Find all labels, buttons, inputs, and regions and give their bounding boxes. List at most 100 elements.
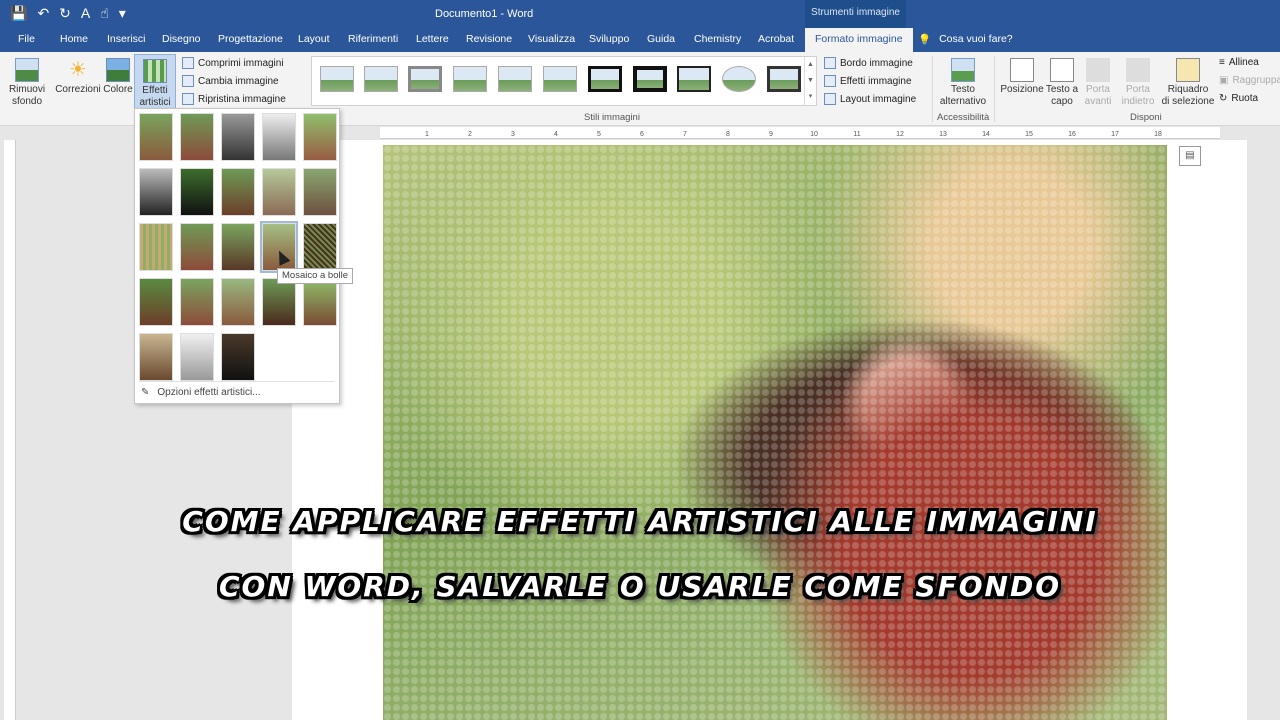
picture-style-10[interactable] bbox=[722, 66, 756, 92]
artistic-effect-option[interactable] bbox=[180, 278, 214, 326]
tab-view[interactable]: Visualizza bbox=[528, 28, 575, 52]
picture-style-5[interactable] bbox=[498, 66, 532, 92]
color-button[interactable]: Colore bbox=[103, 54, 133, 96]
artistic-effect-option[interactable] bbox=[221, 333, 255, 381]
compress-pictures-button[interactable]: Comprimi immagini bbox=[182, 57, 284, 69]
artistic-effect-option[interactable] bbox=[262, 278, 296, 326]
picture-style-11[interactable] bbox=[767, 66, 801, 92]
tab-draw[interactable]: Disegno bbox=[162, 28, 201, 52]
rotate-button[interactable]: ↻ Ruota bbox=[1219, 93, 1258, 104]
change-picture-button[interactable]: Cambia immagine bbox=[182, 75, 279, 87]
artistic-effect-option[interactable] bbox=[139, 113, 173, 161]
ruler-label: 2 bbox=[468, 131, 472, 138]
artistic-effect-option[interactable] bbox=[180, 168, 214, 216]
artistic-effect-option[interactable] bbox=[180, 223, 214, 271]
alt-text-button[interactable]: Testo alternativo bbox=[936, 54, 990, 108]
tab-design[interactable]: Progettazione bbox=[218, 28, 283, 52]
save-icon[interactable]: 💾 bbox=[10, 4, 27, 22]
selection-pane-button[interactable]: Riquadro di selezione bbox=[1160, 54, 1216, 108]
reset-picture-button[interactable]: Ripristina immagine bbox=[182, 93, 286, 105]
picture-style-4[interactable] bbox=[453, 66, 487, 92]
selection-pane-icon bbox=[1176, 58, 1200, 82]
artistic-effect-option[interactable] bbox=[303, 168, 337, 216]
effects-icon bbox=[824, 75, 836, 87]
picture-style-7[interactable] bbox=[588, 66, 622, 92]
tab-references[interactable]: Riferimenti bbox=[348, 28, 398, 52]
horizontal-ruler[interactable]: 1 2 3 4 5 6 7 8 9 10 11 12 13 14 15 16 17 18 bbox=[380, 127, 1220, 139]
compress-icon bbox=[182, 57, 194, 69]
artistic-effect-option[interactable] bbox=[303, 278, 337, 326]
artistic-effect-option[interactable] bbox=[180, 113, 214, 161]
tab-insert[interactable]: Inserisci bbox=[107, 28, 146, 52]
document-title: Documento1 - Word bbox=[435, 8, 534, 20]
tab-home[interactable]: Home bbox=[60, 28, 88, 52]
position-button[interactable]: Posizione bbox=[1000, 54, 1044, 96]
lightbulb-icon: 💡 bbox=[918, 34, 932, 46]
ruler-label: 9 bbox=[769, 131, 773, 138]
ruler-label: 13 bbox=[939, 131, 947, 138]
picture-effects-button[interactable]: Effetti immagine bbox=[824, 75, 912, 87]
picture-style-8[interactable] bbox=[633, 66, 667, 92]
ruler-label: 5 bbox=[597, 131, 601, 138]
artistic-effect-option[interactable] bbox=[139, 223, 173, 271]
layout-options-icon[interactable]: ▤ bbox=[1179, 146, 1201, 166]
tab-mailings[interactable]: Lettere bbox=[416, 28, 449, 52]
tab-format-picture[interactable]: Formato immagine bbox=[805, 28, 913, 52]
artistic-effect-option[interactable] bbox=[262, 168, 296, 216]
artistic-effect-option[interactable] bbox=[139, 278, 173, 326]
corrections-button[interactable]: ☀ Correzioni bbox=[55, 54, 101, 96]
tab-review[interactable]: Revisione bbox=[466, 28, 512, 52]
tell-me-text: Cosa vuoi fare? bbox=[939, 33, 1013, 45]
align-button[interactable]: ≡ Allinea bbox=[1219, 57, 1259, 68]
artistic-effect-option[interactable] bbox=[180, 333, 214, 381]
group-button[interactable]: ▣ Raggruppa bbox=[1219, 75, 1280, 86]
wrap-text-icon bbox=[1050, 58, 1074, 82]
bring-forward-button[interactable]: Porta avanti bbox=[1080, 54, 1116, 108]
artistic-effects-options[interactable]: ✎ Opzioni effetti artistici... bbox=[141, 387, 261, 398]
undo-icon[interactable]: ↶ bbox=[37, 4, 49, 22]
ruler-label: 14 bbox=[982, 131, 990, 138]
artistic-effects-button[interactable]: Effetti artistici bbox=[134, 54, 176, 110]
ruler-label: 1 bbox=[425, 131, 429, 138]
artistic-effect-option[interactable] bbox=[221, 278, 255, 326]
gallery-scroll[interactable]: ▲ ▼ ▾ bbox=[804, 57, 816, 105]
picture-styles-gallery[interactable]: ▲ ▼ ▾ bbox=[311, 56, 817, 106]
wrap-text-button[interactable]: Testo a capo bbox=[1044, 54, 1080, 108]
picture-style-1[interactable] bbox=[320, 66, 354, 92]
ruler-label: 18 bbox=[1154, 131, 1162, 138]
picture-style-6[interactable] bbox=[543, 66, 577, 92]
remove-background-button[interactable]: Rimuovi sfondo bbox=[6, 54, 48, 108]
artistic-effect-option[interactable] bbox=[221, 223, 255, 271]
tab-developer[interactable]: Sviluppo bbox=[589, 28, 629, 52]
ruler-label: 16 bbox=[1068, 131, 1076, 138]
tab-layout[interactable]: Layout bbox=[298, 28, 330, 52]
picture-border-button[interactable]: Bordo immagine bbox=[824, 57, 913, 69]
document-picture[interactable] bbox=[383, 145, 1167, 720]
customize-qat-icon[interactable]: ▾ bbox=[119, 4, 126, 22]
redo-icon[interactable]: ↻ bbox=[59, 4, 71, 22]
tab-acrobat[interactable]: Acrobat bbox=[758, 28, 794, 52]
tell-me-box[interactable]: 💡 Cosa vuoi fare? bbox=[918, 33, 1013, 46]
send-backward-button[interactable]: Porta indietro bbox=[1118, 54, 1158, 108]
picture-style-9[interactable] bbox=[677, 66, 711, 92]
artistic-effect-option[interactable] bbox=[139, 168, 173, 216]
artistic-effect-option[interactable] bbox=[221, 168, 255, 216]
layout-icon bbox=[824, 93, 836, 105]
artistic-effect-option[interactable] bbox=[139, 333, 173, 381]
artistic-effect-option[interactable] bbox=[221, 113, 255, 161]
picture-tools-context-label: Strumenti immagine bbox=[805, 0, 906, 28]
picture-layout-button[interactable]: Layout immagine bbox=[824, 93, 916, 105]
tab-help[interactable]: Guida bbox=[647, 28, 675, 52]
vertical-ruler[interactable] bbox=[4, 140, 16, 720]
caption-line-1: COME APPLICARE EFFETTI ARTISTICI ALLE IM… bbox=[182, 505, 1098, 538]
tab-file[interactable]: File bbox=[18, 28, 35, 52]
artistic-effect-option[interactable] bbox=[303, 113, 337, 161]
artistic-effect-option[interactable] bbox=[303, 223, 337, 271]
picture-style-3[interactable] bbox=[408, 66, 442, 92]
picture-style-2[interactable] bbox=[364, 66, 398, 92]
tab-chemistry[interactable]: Chemistry bbox=[694, 28, 741, 52]
artistic-effect-option[interactable] bbox=[262, 113, 296, 161]
border-icon bbox=[824, 57, 836, 69]
font-size-icon[interactable]: A bbox=[81, 4, 90, 22]
touch-mode-icon[interactable]: ☝ bbox=[100, 4, 109, 22]
